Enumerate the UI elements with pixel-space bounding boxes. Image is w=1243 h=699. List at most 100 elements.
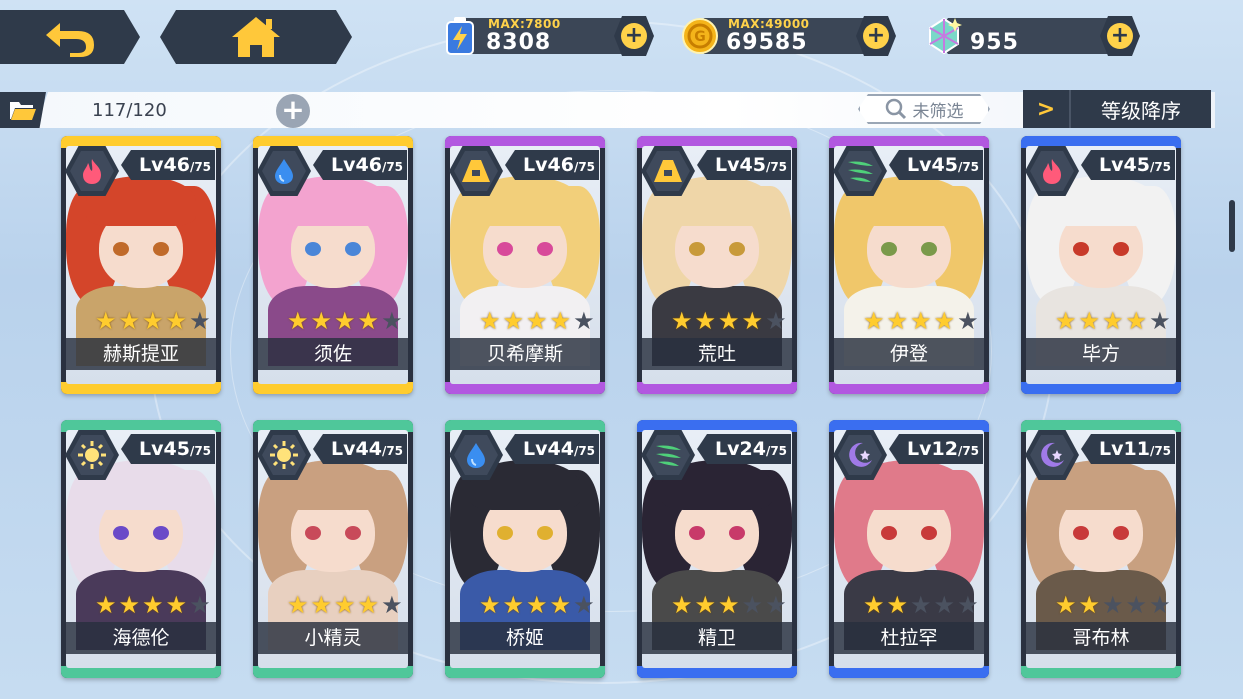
star-icon: ★	[863, 307, 885, 335]
level-value: Lv44	[523, 438, 574, 460]
expand-capacity-button[interactable]: +	[276, 94, 310, 128]
star-icon: ★	[1125, 591, 1148, 619]
level-max: /75	[765, 160, 788, 174]
star-rating: ★ ★ ★ ★ ★	[479, 592, 595, 618]
star-icon: ★	[357, 307, 380, 335]
character-card[interactable]: Lv44/75 ★ ★ ★ ★ ★ 桥姬	[445, 420, 605, 678]
star-icon: ★	[95, 307, 117, 335]
level-label: Lv45/75	[1081, 150, 1175, 180]
star-icon: ★	[1125, 307, 1148, 335]
level-value: Lv45	[715, 154, 766, 176]
star-icon: ★	[573, 591, 595, 619]
star-icon: ★	[1149, 307, 1171, 335]
character-card[interactable]: Lv45/75 ★ ★ ★ ★ ★ 荒吐	[637, 136, 797, 394]
character-name: 精卫	[642, 622, 792, 654]
character-name: 海德伦	[66, 622, 216, 654]
star-icon: ★	[910, 307, 932, 335]
star-icon: ★	[765, 591, 787, 619]
star-icon: ★	[1055, 591, 1077, 619]
star-rating: ★ ★ ★ ★ ★	[287, 592, 403, 618]
star-icon: ★	[334, 307, 356, 335]
sort-button[interactable]: > 等级降序	[1023, 90, 1211, 128]
star-icon: ★	[671, 591, 693, 619]
character-card[interactable]: Lv46/75 ★ ★ ★ ★ ★ 赫斯提亚	[61, 136, 221, 394]
level-label: Lv46/75	[505, 150, 599, 180]
energy-resource: MAX:7800 8308 +	[432, 14, 654, 58]
character-card[interactable]: Lv45/75 ★ ★ ★ ★ ★ 海德伦	[61, 420, 221, 678]
level-value: Lv45	[1099, 154, 1150, 176]
star-icon: ★	[526, 591, 548, 619]
star-icon: ★	[1149, 591, 1171, 619]
star-icon: ★	[671, 307, 693, 335]
add-energy-button[interactable]: +	[614, 16, 654, 56]
star-icon: ★	[957, 591, 979, 619]
level-value: Lv24	[715, 438, 766, 460]
gold-resource: G MAX:49000 69585 +	[672, 14, 896, 58]
plus-icon: +	[863, 23, 889, 49]
star-rating: ★ ★ ★ ★ ★	[671, 308, 787, 334]
sort-label: 等级降序	[1101, 98, 1181, 123]
back-button[interactable]	[0, 10, 140, 64]
star-icon: ★	[1055, 307, 1077, 335]
character-name: 毕方	[1026, 338, 1176, 370]
star-icon: ★	[381, 591, 403, 619]
character-card[interactable]: Lv46/75 ★ ★ ★ ★ ★ 贝希摩斯	[445, 136, 605, 394]
level-label: Lv44/75	[505, 434, 599, 464]
add-gold-button[interactable]: +	[856, 16, 896, 56]
star-icon: ★	[910, 591, 932, 619]
star-rating: ★ ★ ★ ★ ★	[287, 308, 403, 334]
star-icon: ★	[886, 307, 909, 335]
svg-text:G: G	[694, 29, 706, 45]
star-icon: ★	[95, 591, 117, 619]
character-card[interactable]: Lv46/75 ★ ★ ★ ★ ★ 须佐	[253, 136, 413, 394]
star-rating: ★ ★ ★ ★ ★	[479, 308, 595, 334]
level-max: /75	[189, 444, 212, 458]
chevron-right-icon: >	[1023, 90, 1071, 128]
character-name: 杜拉罕	[834, 622, 984, 654]
star-icon: ★	[694, 307, 717, 335]
filter-button[interactable]: 未筛选	[858, 94, 990, 124]
character-name: 荒吐	[642, 338, 792, 370]
star-icon: ★	[165, 591, 188, 619]
level-value: Lv45	[907, 154, 958, 176]
level-label: Lv45/75	[121, 434, 215, 464]
star-icon: ★	[165, 307, 188, 335]
level-max: /75	[957, 444, 980, 458]
home-button[interactable]	[160, 10, 352, 64]
character-card[interactable]: Lv11/75 ★ ★ ★ ★ ★ 哥布林	[1021, 420, 1181, 678]
level-value: Lv11	[1099, 438, 1150, 460]
folder-icon	[10, 102, 36, 120]
character-card[interactable]: Lv12/75 ★ ★ ★ ★ ★ 杜拉罕	[829, 420, 989, 678]
star-icon: ★	[310, 307, 333, 335]
character-card[interactable]: Lv44/75 ★ ★ ★ ★ ★ 小精灵	[253, 420, 413, 678]
star-icon: ★	[189, 591, 211, 619]
character-card[interactable]: Lv45/75 ★ ★ ★ ★ ★ 毕方	[1021, 136, 1181, 394]
level-max: /75	[381, 444, 404, 458]
star-rating: ★ ★ ★ ★ ★	[671, 592, 787, 618]
star-icon: ★	[381, 307, 403, 335]
star-rating: ★ ★ ★ ★ ★	[1055, 592, 1171, 618]
folder-button[interactable]	[0, 92, 46, 128]
level-max: /75	[1149, 444, 1172, 458]
character-card[interactable]: Lv24/75 ★ ★ ★ ★ ★ 精卫	[637, 420, 797, 678]
star-icon: ★	[479, 591, 501, 619]
star-icon: ★	[526, 307, 548, 335]
character-name: 贝希摩斯	[450, 338, 600, 370]
character-name: 小精灵	[258, 622, 408, 654]
star-icon: ★	[933, 591, 956, 619]
scrollbar-thumb[interactable]	[1229, 200, 1235, 252]
add-crystal-button[interactable]: +	[1100, 16, 1140, 56]
star-icon: ★	[310, 591, 333, 619]
crystal-gem-icon	[922, 14, 966, 58]
star-icon: ★	[863, 591, 885, 619]
star-icon: ★	[573, 307, 595, 335]
star-icon: ★	[189, 307, 211, 335]
level-label: Lv24/75	[697, 434, 791, 464]
character-count: 117/120	[92, 100, 167, 121]
energy-value: 8308	[486, 30, 552, 55]
star-icon: ★	[142, 307, 164, 335]
level-max: /75	[381, 160, 404, 174]
star-icon: ★	[718, 307, 740, 335]
search-icon	[885, 98, 907, 120]
character-card[interactable]: Lv45/75 ★ ★ ★ ★ ★ 伊登	[829, 136, 989, 394]
